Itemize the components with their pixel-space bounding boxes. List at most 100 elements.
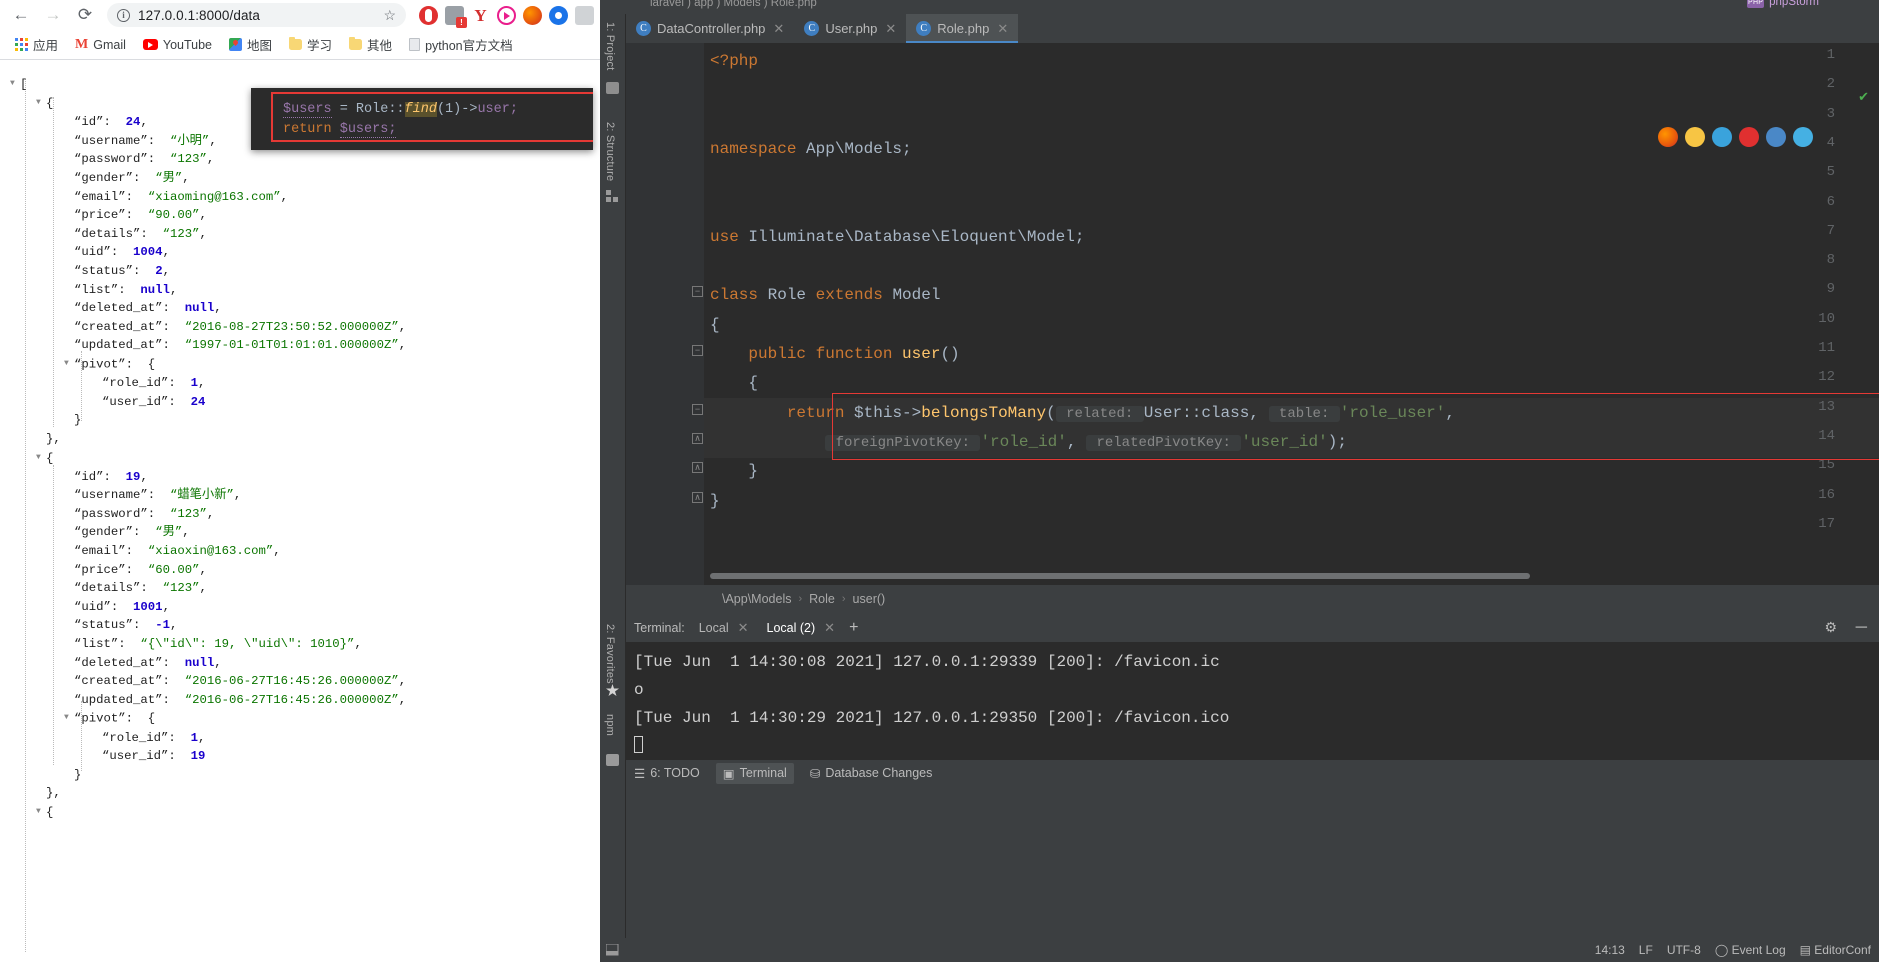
add-terminal-button[interactable]: +: [849, 619, 858, 637]
code-line[interactable]: [710, 164, 720, 193]
bookmarks-bar: 应用 M Gmail YouTube 地图 学习 其他 python官方文档: [0, 30, 600, 60]
npm-icon[interactable]: [606, 754, 619, 766]
code-line[interactable]: [710, 516, 720, 545]
close-icon[interactable]: ✕: [773, 21, 784, 37]
minimize-icon[interactable]: ─: [1856, 619, 1867, 637]
code-line[interactable]: use Illuminate\Database\Eloquent\Model;: [710, 223, 1084, 252]
collapse-triangle-icon[interactable]: ▼: [36, 449, 46, 468]
rail-item-npm[interactable]: npm: [604, 714, 616, 736]
site-info-icon[interactable]: i: [117, 8, 130, 22]
status-encoding[interactable]: UTF-8: [1667, 943, 1701, 957]
terminal-tab-label: Local: [698, 620, 729, 635]
bookmark-folder-study[interactable]: 学习: [282, 32, 339, 57]
pink-circle-extension-icon[interactable]: [497, 5, 516, 25]
close-icon[interactable]: ✕: [997, 21, 1008, 37]
collapse-triangle-icon[interactable]: ▼: [36, 803, 46, 822]
close-icon[interactable]: ✕: [738, 620, 749, 636]
chrome-canary-icon[interactable]: [1685, 127, 1705, 147]
json-field-status: “status”: 2,: [74, 264, 170, 279]
close-icon[interactable]: ✕: [824, 620, 835, 636]
explorer-icon[interactable]: [1766, 127, 1786, 147]
code-line[interactable]: class Role extends Model: [710, 281, 940, 310]
tool-window-todo[interactable]: ☰ 6: TODO: [634, 766, 700, 781]
bookmark-folder-other[interactable]: 其他: [342, 32, 399, 57]
rail-item-structure[interactable]: 2: Structure: [604, 122, 616, 181]
code-line[interactable]: [710, 252, 720, 281]
breadcrumb-method[interactable]: user(): [853, 592, 886, 606]
code-token: }: [710, 491, 720, 510]
bookmark-apps[interactable]: 应用: [8, 32, 65, 57]
tool-window-database-changes[interactable]: ⛁ Database Changes: [810, 766, 933, 781]
terminal-tab-local[interactable]: Local ✕: [695, 616, 753, 640]
opera-icon[interactable]: [1739, 127, 1759, 147]
bookmark-python-docs[interactable]: python官方文档: [402, 32, 520, 57]
address-bar[interactable]: i 127.0.0.1:8000/data ☆: [107, 3, 406, 27]
edge-icon[interactable]: [1712, 127, 1732, 147]
status-event-log[interactable]: ◯ Event Log: [1715, 943, 1786, 957]
bookmark-youtube[interactable]: YouTube: [136, 35, 219, 55]
code-fold-icon[interactable]: ∧: [692, 462, 703, 474]
code-line[interactable]: {: [710, 311, 720, 340]
json-field-email: “email”: “xiaoming@163.com”,: [74, 189, 289, 204]
code-line[interactable]: <?php: [710, 47, 758, 76]
tab-user-php[interactable]: C User.php ✕: [794, 14, 906, 43]
terminal-output[interactable]: [Tue Jun 1 14:30:08 2021] 127.0.0.1:2933…: [626, 642, 1879, 760]
code-line[interactable]: {: [710, 369, 758, 398]
gear-icon[interactable]: ⚙: [1824, 619, 1837, 636]
status-line-separator[interactable]: LF: [1639, 943, 1653, 957]
json-field-gender: “gender”: “男”,: [74, 525, 190, 540]
folder-icon: [289, 37, 303, 50]
code-fold-icon[interactable]: ∧: [692, 491, 703, 503]
status-editor-config[interactable]: ▤ EditorConf: [1800, 943, 1871, 957]
collapse-triangle-icon[interactable]: ▼: [36, 94, 46, 113]
opera-vpn-icon[interactable]: [419, 5, 438, 25]
code-fold-icon[interactable]: ∧: [692, 432, 703, 444]
code-line[interactable]: }: [710, 457, 758, 486]
collapse-triangle-icon[interactable]: ▼: [64, 355, 74, 374]
star-icon[interactable]: [606, 684, 619, 696]
close-icon[interactable]: ✕: [885, 21, 896, 37]
forward-button[interactable]: →: [38, 0, 68, 30]
bookmark-maps[interactable]: 地图: [222, 32, 279, 57]
code-fold-icon[interactable]: −: [692, 286, 703, 298]
code-text[interactable]: <?php namespace App\Models; use Illumina…: [704, 43, 1879, 585]
tool-window-terminal[interactable]: ▣ Terminal: [715, 762, 794, 784]
code-editor[interactable]: 1 2 3 4 5 6 7 8 9−10 11−12 13−14 ∧ 15 ∧ 16 ∧ 17 <?php na…: [626, 43, 1879, 585]
collapse-triangle-icon[interactable]: ▼: [64, 709, 74, 728]
code-line[interactable]: }: [710, 487, 720, 516]
rail-item-favorites[interactable]: 2: Favorites: [604, 624, 616, 684]
bottom-rail-icon[interactable]: [600, 938, 626, 962]
reload-button[interactable]: ⟳: [70, 0, 100, 30]
tab-role-php[interactable]: C Role.php ✕: [906, 14, 1019, 43]
code-fold-icon[interactable]: −: [692, 345, 703, 356]
collapse-triangle-icon[interactable]: ▼: [10, 75, 20, 94]
edge-legacy-icon[interactable]: [1793, 127, 1813, 147]
extension-warning-icon[interactable]: [445, 5, 467, 28]
folder-icon: [349, 37, 363, 50]
rail-item-project[interactable]: 1: Project: [604, 22, 616, 70]
code-line[interactable]: [710, 76, 720, 105]
folder-icon[interactable]: [606, 82, 619, 94]
back-button[interactable]: ←: [6, 0, 36, 30]
yandex-icon[interactable]: Y: [471, 6, 490, 25]
structure-icon[interactable]: [606, 190, 619, 202]
json-field-password: “password”: “123”,: [74, 506, 215, 521]
firefox-icon[interactable]: [1658, 127, 1678, 147]
bookmark-star-icon[interactable]: ☆: [383, 7, 396, 24]
bookmark-label: 应用: [33, 39, 59, 53]
code-line[interactable]: [710, 106, 720, 135]
line-number-gutter[interactable]: [626, 43, 704, 585]
breadcrumb-namespace[interactable]: \App\Models: [722, 592, 791, 606]
horizontal-scrollbar[interactable]: [710, 573, 1530, 579]
sheets-extension-icon[interactable]: [575, 5, 594, 25]
code-fold-icon[interactable]: −: [692, 403, 703, 415]
blue-extension-icon[interactable]: [549, 5, 568, 25]
code-line[interactable]: namespace App\Models;: [710, 135, 912, 164]
code-line[interactable]: public function user(): [710, 340, 959, 369]
code-line[interactable]: [710, 194, 720, 223]
breadcrumb-class[interactable]: Role: [809, 592, 835, 606]
tab-datacontroller-php[interactable]: C DataController.php ✕: [626, 14, 794, 43]
firefox-extension-icon[interactable]: [523, 5, 542, 25]
bookmark-gmail[interactable]: M Gmail: [68, 35, 133, 55]
terminal-tab-local-2[interactable]: Local (2) ✕: [762, 616, 840, 645]
